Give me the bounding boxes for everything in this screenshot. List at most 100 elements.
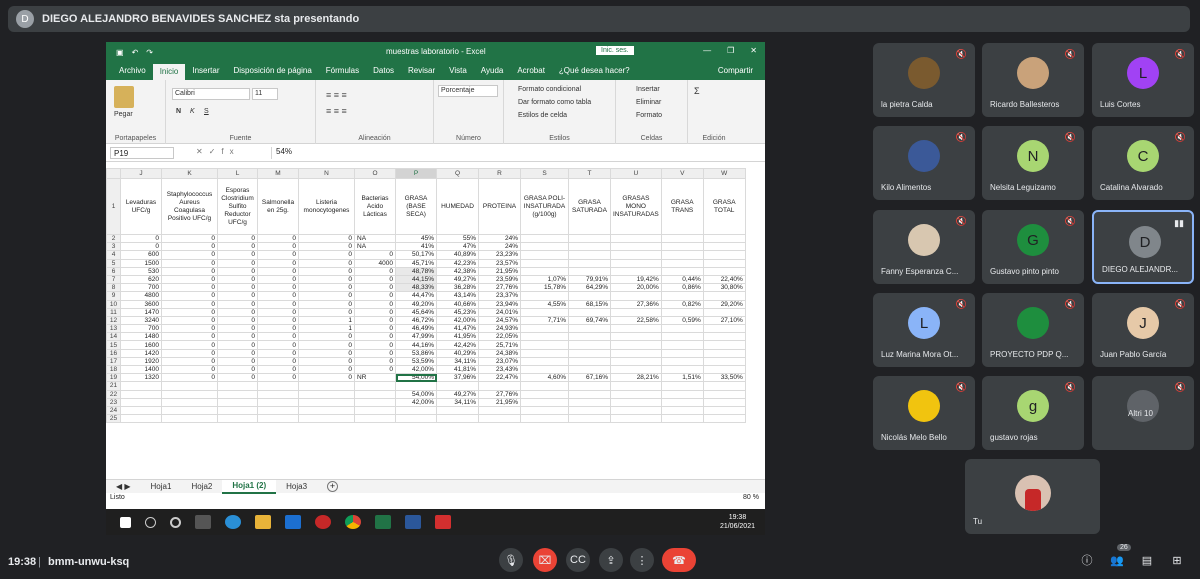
file-explorer-icon[interactable] xyxy=(255,515,271,529)
cell[interactable] xyxy=(437,382,479,390)
align-icon[interactable]: ≡ ≡ ≡ xyxy=(326,90,347,100)
taskview-icon[interactable] xyxy=(195,515,211,529)
cell[interactable] xyxy=(703,333,745,341)
cell[interactable]: 22,05% xyxy=(479,333,521,341)
cell[interactable]: 27,10% xyxy=(703,316,745,324)
participant-tile[interactable]: 🔇Nicolás Melo Bello xyxy=(873,376,975,450)
cell[interactable] xyxy=(611,415,662,423)
cell[interactable] xyxy=(521,382,569,390)
people-icon[interactable]: 👥 xyxy=(1105,548,1129,572)
column-header[interactable]: N xyxy=(299,169,355,179)
add-sheet-icon[interactable]: + xyxy=(327,481,338,492)
cell[interactable] xyxy=(703,292,745,300)
participant-tile[interactable]: 🔇Kilo Alimentos xyxy=(873,126,975,200)
cell[interactable]: 0 xyxy=(355,357,396,365)
cell[interactable]: 24,01% xyxy=(479,308,521,316)
cell[interactable]: 0 xyxy=(258,243,299,251)
maximize-icon[interactable]: ❐ xyxy=(727,46,734,55)
participant-tile[interactable]: 🔇ggustavo rojas xyxy=(982,376,1084,450)
cell[interactable]: 0 xyxy=(258,308,299,316)
cell[interactable] xyxy=(479,382,521,390)
cell[interactable]: 1 xyxy=(299,316,355,324)
cell[interactable]: 22,40% xyxy=(703,275,745,283)
cell[interactable]: 0 xyxy=(258,275,299,283)
cell[interactable]: 700 xyxy=(121,325,162,333)
cell[interactable]: 47% xyxy=(437,243,479,251)
bold-button[interactable]: N xyxy=(176,108,181,115)
cell[interactable]: 0 xyxy=(258,284,299,292)
cell[interactable]: 0 xyxy=(218,259,258,267)
cell[interactable]: 27,76% xyxy=(479,390,521,398)
cell[interactable]: 0 xyxy=(299,267,355,275)
sheet-table[interactable]: JKLMNOPQRSTUVW1Levaduras UFC/gStaphyloco… xyxy=(106,168,746,423)
cell[interactable] xyxy=(661,333,703,341)
row-header[interactable]: 22 xyxy=(107,390,121,398)
cell[interactable]: 0 xyxy=(258,316,299,324)
underline-button[interactable]: S xyxy=(204,108,209,115)
cell[interactable]: 0 xyxy=(299,243,355,251)
cell[interactable] xyxy=(521,398,569,406)
cell[interactable] xyxy=(611,357,662,365)
cell[interactable]: 0 xyxy=(121,235,162,243)
cell[interactable]: 0 xyxy=(162,300,218,308)
row-header[interactable]: 15 xyxy=(107,341,121,349)
cell[interactable]: 0 xyxy=(218,341,258,349)
cell[interactable] xyxy=(661,235,703,243)
cell[interactable]: 0 xyxy=(162,333,218,341)
cell[interactable] xyxy=(661,251,703,259)
cell[interactable] xyxy=(703,325,745,333)
cell[interactable]: 0,82% xyxy=(661,300,703,308)
participant-tile[interactable]: 🔇LLuz Marina Mora Ot... xyxy=(873,293,975,367)
cell[interactable]: 45,64% xyxy=(396,308,437,316)
menu-item[interactable]: Insertar xyxy=(185,66,226,80)
autosum-icon[interactable]: Σ xyxy=(694,86,700,96)
cell[interactable] xyxy=(569,406,611,414)
row-header[interactable]: 14 xyxy=(107,333,121,341)
font-name-select[interactable]: Calibri xyxy=(172,88,250,100)
cell[interactable] xyxy=(258,382,299,390)
cell[interactable] xyxy=(162,406,218,414)
cell[interactable] xyxy=(162,415,218,423)
cell[interactable] xyxy=(661,325,703,333)
cell[interactable]: 0 xyxy=(299,333,355,341)
cell[interactable] xyxy=(162,398,218,406)
cell[interactable]: 28,21% xyxy=(611,374,662,382)
sheet-tab[interactable]: Hoja2 xyxy=(181,482,222,491)
cell[interactable] xyxy=(703,415,745,423)
cell[interactable]: 42,00% xyxy=(437,316,479,324)
column-header[interactable]: J xyxy=(121,169,162,179)
column-header[interactable]: K xyxy=(162,169,218,179)
cell[interactable] xyxy=(611,406,662,414)
cell[interactable]: 68,15% xyxy=(569,300,611,308)
cell[interactable] xyxy=(218,382,258,390)
cell[interactable]: 4800 xyxy=(121,292,162,300)
word-icon[interactable] xyxy=(405,515,421,529)
cell[interactable] xyxy=(258,398,299,406)
cell[interactable]: 47,99% xyxy=(396,333,437,341)
cell[interactable]: 0 xyxy=(258,333,299,341)
cell[interactable]: 25,71% xyxy=(479,341,521,349)
cell[interactable]: 0 xyxy=(258,300,299,308)
cell[interactable] xyxy=(703,243,745,251)
cell[interactable] xyxy=(121,415,162,423)
minimize-icon[interactable]: — xyxy=(703,46,711,55)
cell[interactable] xyxy=(121,382,162,390)
app-icon[interactable] xyxy=(315,515,331,529)
table-format-button[interactable]: Dar formato como tabla xyxy=(518,99,591,106)
cell[interactable] xyxy=(521,406,569,414)
cell[interactable]: 0 xyxy=(258,349,299,357)
header-cell[interactable]: Esporas Clostridium Sulfito Reductor UFC… xyxy=(218,179,258,235)
cell[interactable]: 53,86% xyxy=(396,349,437,357)
info-icon[interactable]: ⓘ xyxy=(1075,548,1099,572)
leave-call-icon[interactable]: ☎ xyxy=(662,548,696,572)
cell[interactable] xyxy=(437,415,479,423)
paste-label[interactable]: Pegar xyxy=(114,111,133,118)
cell[interactable] xyxy=(569,390,611,398)
header-cell[interactable]: HUMEDAD xyxy=(437,179,479,235)
menu-item[interactable]: Vista xyxy=(442,66,474,80)
cell[interactable]: 48,33% xyxy=(396,284,437,292)
cell[interactable]: 0,44% xyxy=(661,275,703,283)
italic-button[interactable]: K xyxy=(190,108,195,115)
cell[interactable]: 29,20% xyxy=(703,300,745,308)
cell[interactable]: 0 xyxy=(218,308,258,316)
